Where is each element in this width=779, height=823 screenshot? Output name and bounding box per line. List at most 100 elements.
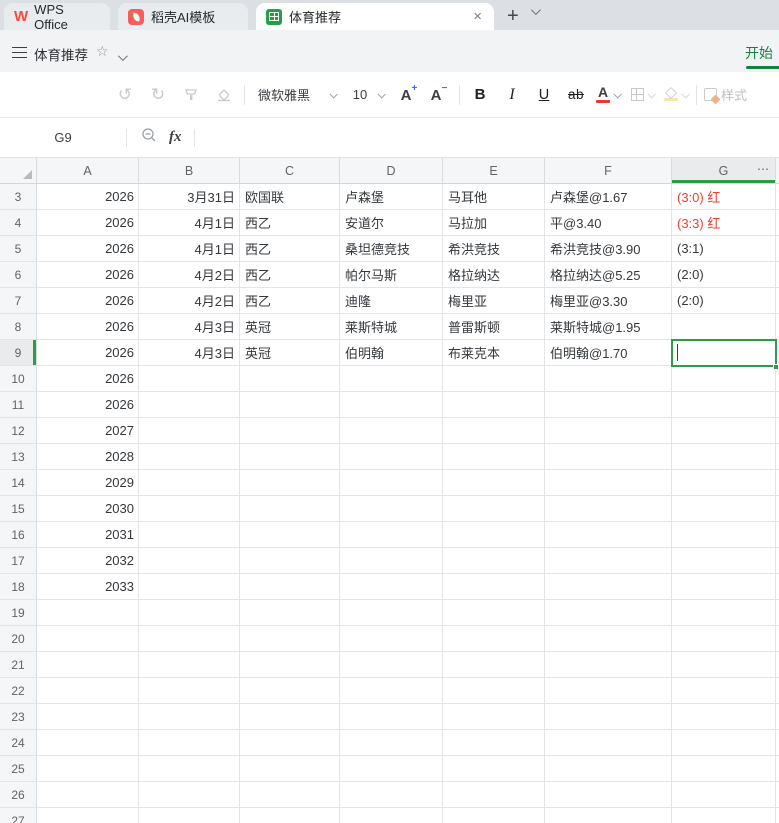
cell-B21[interactable] xyxy=(139,652,240,678)
row-header-6[interactable]: 6 xyxy=(0,262,37,288)
row-header-8[interactable]: 8 xyxy=(0,314,37,340)
underline-button[interactable]: U xyxy=(531,81,557,109)
row-header-27[interactable]: 27 xyxy=(0,808,37,823)
formula-input[interactable] xyxy=(195,118,779,157)
cell-D13[interactable] xyxy=(340,444,443,470)
cell-D9[interactable]: 伯明翰 xyxy=(340,340,443,366)
favorite-star-icon[interactable]: ☆ xyxy=(96,43,109,60)
cell-C7[interactable]: 西乙 xyxy=(240,288,340,314)
cell-B15[interactable] xyxy=(139,496,240,522)
cell-A6[interactable]: 2026 xyxy=(37,262,139,288)
column-header-F[interactable]: F xyxy=(545,158,672,184)
cell-B22[interactable] xyxy=(139,678,240,704)
cell-G3[interactable]: (3:0) 红 xyxy=(672,184,776,210)
cell-B19[interactable] xyxy=(139,600,240,626)
cell-G7[interactable]: (2:0) xyxy=(672,288,776,314)
cell-A15[interactable]: 2030 xyxy=(37,496,139,522)
cell-E3[interactable]: 马耳他 xyxy=(443,184,545,210)
cell-C15[interactable] xyxy=(240,496,340,522)
cell-B27[interactable] xyxy=(139,808,240,823)
row-header-21[interactable]: 21 xyxy=(0,652,37,678)
cell-A27[interactable] xyxy=(37,808,139,823)
cell-B25[interactable] xyxy=(139,756,240,782)
cell-F5[interactable]: 希洪竞技@3.90 xyxy=(545,236,672,262)
title-chevron-icon[interactable] xyxy=(117,48,128,66)
cell-A5[interactable]: 2026 xyxy=(37,236,139,262)
cell-G20[interactable] xyxy=(672,626,776,652)
cell-C17[interactable] xyxy=(240,548,340,574)
cell-G22[interactable] xyxy=(672,678,776,704)
row-header-15[interactable]: 15 xyxy=(0,496,37,522)
cell-D19[interactable] xyxy=(340,600,443,626)
cell-G6[interactable]: (2:0) xyxy=(672,262,776,288)
cell-E19[interactable] xyxy=(443,600,545,626)
bold-button[interactable]: B xyxy=(467,81,493,109)
cell-D26[interactable] xyxy=(340,782,443,808)
decrease-font-button[interactable]: A− xyxy=(426,81,452,109)
cell-D20[interactable] xyxy=(340,626,443,652)
cell-G23[interactable] xyxy=(672,704,776,730)
close-tab-icon[interactable]: × xyxy=(471,8,484,25)
cell-G17[interactable] xyxy=(672,548,776,574)
cell-A4[interactable]: 2026 xyxy=(37,210,139,236)
cell-F10[interactable] xyxy=(545,366,672,392)
cell-F16[interactable] xyxy=(545,522,672,548)
cell-B24[interactable] xyxy=(139,730,240,756)
borders-button[interactable] xyxy=(629,81,656,109)
cell-F3[interactable]: 卢森堡@1.67 xyxy=(545,184,672,210)
tab-list-chevron-icon[interactable] xyxy=(530,2,541,20)
cell-B13[interactable] xyxy=(139,444,240,470)
row-header-13[interactable]: 13 xyxy=(0,444,37,470)
cell-E22[interactable] xyxy=(443,678,545,704)
font-family-select[interactable]: 微软雅黑 xyxy=(252,81,342,109)
eraser-icon[interactable] xyxy=(211,81,237,109)
row-header-18[interactable]: 18 xyxy=(0,574,37,600)
ribbon-tab-home[interactable]: 开始 xyxy=(745,43,779,63)
row-header-26[interactable]: 26 xyxy=(0,782,37,808)
cell-A12[interactable]: 2027 xyxy=(37,418,139,444)
cell-D15[interactable] xyxy=(340,496,443,522)
cell-A25[interactable] xyxy=(37,756,139,782)
cell-E9[interactable]: 布莱克本 xyxy=(443,340,545,366)
cell-B8[interactable]: 4月3日 xyxy=(139,314,240,340)
cell-E27[interactable] xyxy=(443,808,545,823)
cell-E6[interactable]: 格拉纳达 xyxy=(443,262,545,288)
cell-B7[interactable]: 4月2日 xyxy=(139,288,240,314)
cell-G26[interactable] xyxy=(672,782,776,808)
cell-D10[interactable] xyxy=(340,366,443,392)
cell-C21[interactable] xyxy=(240,652,340,678)
cell-A8[interactable]: 2026 xyxy=(37,314,139,340)
cell-F12[interactable] xyxy=(545,418,672,444)
cell-B17[interactable] xyxy=(139,548,240,574)
hamburger-menu-icon[interactable] xyxy=(12,47,27,58)
cell-F11[interactable] xyxy=(545,392,672,418)
row-header-25[interactable]: 25 xyxy=(0,756,37,782)
cell-C24[interactable] xyxy=(240,730,340,756)
cell-E24[interactable] xyxy=(443,730,545,756)
row-header-5[interactable]: 5 xyxy=(0,236,37,262)
cell-E26[interactable] xyxy=(443,782,545,808)
cell-G16[interactable] xyxy=(672,522,776,548)
cell-G25[interactable] xyxy=(672,756,776,782)
cell-F24[interactable] xyxy=(545,730,672,756)
cell-F22[interactable] xyxy=(545,678,672,704)
cell-C16[interactable] xyxy=(240,522,340,548)
row-header-24[interactable]: 24 xyxy=(0,730,37,756)
cell-A16[interactable]: 2031 xyxy=(37,522,139,548)
column-header-E[interactable]: E xyxy=(443,158,545,184)
cell-F15[interactable] xyxy=(545,496,672,522)
cell-A17[interactable]: 2032 xyxy=(37,548,139,574)
cell-C18[interactable] xyxy=(240,574,340,600)
row-header-14[interactable]: 14 xyxy=(0,470,37,496)
cell-B11[interactable] xyxy=(139,392,240,418)
cell-G15[interactable] xyxy=(672,496,776,522)
cell-A22[interactable] xyxy=(37,678,139,704)
cell-D14[interactable] xyxy=(340,470,443,496)
cell-D18[interactable] xyxy=(340,574,443,600)
cell-C27[interactable] xyxy=(240,808,340,823)
cell-E15[interactable] xyxy=(443,496,545,522)
cell-B14[interactable] xyxy=(139,470,240,496)
cell-B20[interactable] xyxy=(139,626,240,652)
cell-A19[interactable] xyxy=(37,600,139,626)
cell-D6[interactable]: 帕尔马斯 xyxy=(340,262,443,288)
